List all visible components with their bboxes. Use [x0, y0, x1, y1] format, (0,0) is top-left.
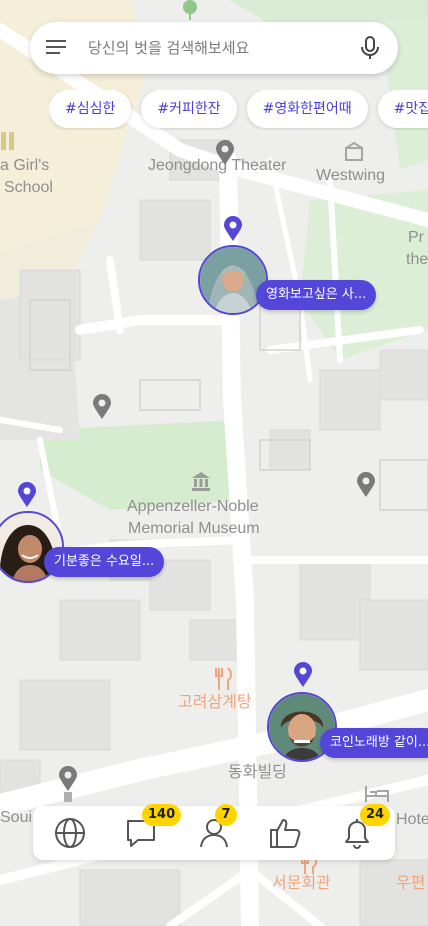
user-location-pin-icon: [224, 216, 242, 241]
menu-icon[interactable]: [46, 40, 68, 56]
map-label-westwing: Westwing: [316, 167, 386, 184]
map-label-restaurant: 고려삼계탕: [178, 694, 252, 711]
avatar-photo: [200, 247, 266, 313]
tag-chip[interactable]: #커피한잔: [141, 90, 237, 128]
location-pin-icon[interactable]: [356, 472, 376, 498]
bottom-navigation: 140 7 24: [33, 804, 395, 860]
nav-notifications[interactable]: 24: [340, 804, 391, 850]
tag-chip[interactable]: #심심한: [49, 90, 132, 128]
nav-chat[interactable]: 140: [124, 804, 182, 850]
tree-icon: [183, 0, 197, 20]
nav-likes[interactable]: [268, 816, 302, 850]
location-pin-icon[interactable]: [215, 140, 235, 166]
user-status-bubble[interactable]: 코인노래방 같이...: [320, 728, 428, 758]
map-label-hotel: Hote: [396, 811, 428, 828]
search-input[interactable]: 당신의 벗을 검색해보세요: [88, 22, 249, 74]
avatar[interactable]: [198, 245, 268, 315]
globe-icon: [55, 818, 85, 848]
museum-icon: [192, 472, 210, 491]
map-label-museum-line1: Appenzeller-Noble: [127, 498, 259, 515]
chat-badge: 140: [142, 804, 182, 826]
tag-chip[interactable]: #영화한편어때: [246, 90, 368, 128]
notifications-badge: 24: [360, 804, 391, 826]
map-label-right-bottom: 우편: [396, 875, 426, 892]
user-status-bubble[interactable]: 기분좋은 수요일...: [44, 547, 165, 577]
school-icon: [1, 132, 14, 150]
map-label-building: 동화빌딩: [228, 764, 287, 781]
location-pin-icon[interactable]: [58, 766, 78, 802]
nav-explore[interactable]: [53, 816, 87, 850]
map-label-hall: 서문회관: [272, 875, 331, 892]
map-label-right-edge-2: the: [406, 251, 428, 268]
map-label-school-line1: a Girl's: [0, 157, 50, 174]
building-icon: [345, 142, 363, 161]
map-label-school-line2: School: [4, 179, 53, 196]
map-label-left-bottom: Soui: [0, 809, 33, 826]
hotel-icon: [365, 786, 389, 802]
user-location-pin-icon: [18, 482, 36, 507]
tag-chip[interactable]: #맛집탐: [377, 90, 428, 128]
map-label-museum-line2: Memorial Museum: [128, 520, 260, 537]
map-label-right-edge-1: Pr: [408, 229, 424, 246]
tag-chip-row: #심심한#커피한잔#영화한편어때#맛집탐: [49, 90, 428, 130]
restaurant-icon: [215, 667, 232, 690]
nav-friends[interactable]: 7: [197, 804, 237, 850]
friends-badge: 7: [215, 804, 237, 826]
user-location-pin-icon: [294, 662, 312, 687]
user-status-bubble[interactable]: 영화보고싶은 사...: [256, 280, 377, 310]
thumbs-up-icon: [270, 819, 301, 848]
microphone-icon[interactable]: [360, 36, 380, 60]
search-bar[interactable]: 당신의 벗을 검색해보세요: [30, 22, 398, 74]
location-pin-icon[interactable]: [92, 394, 112, 420]
